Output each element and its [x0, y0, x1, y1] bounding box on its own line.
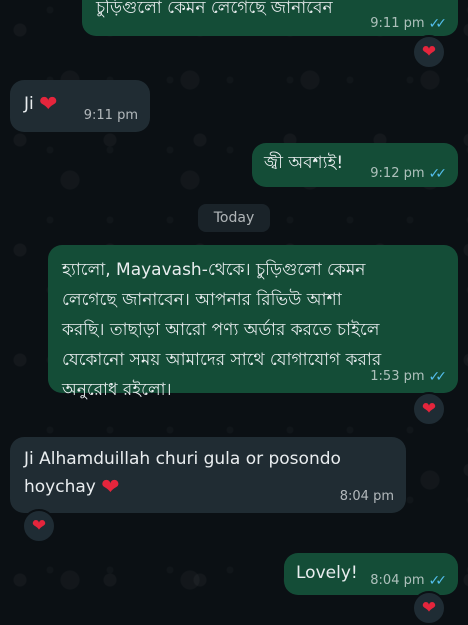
reaction-badge[interactable]: ❤: [412, 35, 446, 69]
reaction-badge[interactable]: ❤: [412, 392, 446, 426]
double-check-icon: ✓✓: [428, 369, 448, 385]
date-separator: Today: [198, 204, 270, 232]
double-check-icon: ✓✓: [428, 166, 448, 182]
message-text: Lovely!: [296, 563, 358, 583]
reaction-badge[interactable]: ❤: [22, 509, 56, 543]
message-meta: 9:11 pm ✓✓: [370, 16, 448, 32]
message-text: Ji: [24, 94, 34, 114]
message-text: জ্বী অবশ্যই!: [264, 153, 344, 173]
message-time: 8:04 pm: [339, 489, 394, 504]
double-check-icon: ✓✓: [428, 16, 448, 32]
message-bubble-outgoing[interactable]: জ্বী অবশ্যই! 9:12 pm ✓✓: [252, 143, 458, 187]
message-meta: 8:04 pm: [340, 489, 394, 505]
red-heart-icon: ❤: [421, 597, 437, 618]
red-heart-icon: ❤: [31, 515, 47, 536]
red-heart-icon: ❤: [421, 41, 437, 62]
message-bubble-outgoing[interactable]: চুড়িগুলো কেমন লেগেছে জানাবেন 9:11 pm ✓✓: [82, 0, 458, 36]
message-text-content: Ji Alhamduillah churi gula or posondo ho…: [24, 449, 341, 497]
message-time: 9:12 pm: [370, 166, 425, 181]
message-text: Ji Alhamduillah churi gula or posondo ho…: [24, 445, 344, 502]
message-text: চুড়িগুলো কেমন লেগেছে জানাবেন: [96, 0, 333, 18]
red-heart-icon: ❤: [39, 92, 58, 117]
message-meta: 9:12 pm ✓✓: [370, 166, 448, 182]
message-time: 8:04 pm: [370, 573, 425, 588]
reaction-badge[interactable]: ❤: [412, 591, 446, 625]
message-bubble-incoming[interactable]: Ji Alhamduillah churi gula or posondo ho…: [10, 437, 406, 513]
red-heart-icon: ❤: [421, 398, 437, 419]
message-time: 9:11 pm: [83, 108, 138, 123]
message-time: 9:11 pm: [370, 16, 425, 31]
message-bubble-outgoing[interactable]: Lovely! 8:04 pm ✓✓: [284, 553, 458, 595]
message-meta: 9:11 pm: [84, 108, 138, 124]
message-meta: 1:53 pm ✓✓: [370, 369, 448, 385]
message-bubble-outgoing[interactable]: হ্যালো, Mayavash-থেকে। চুড়িগুলো কেমন লে…: [48, 245, 458, 400]
message-meta: 8:04 pm ✓✓: [370, 573, 448, 589]
red-heart-icon: ❤: [101, 475, 120, 500]
message-text: হ্যালো, Mayavash-থেকে। চুড়িগুলো কেমন লে…: [62, 260, 382, 400]
message-time: 1:53 pm: [370, 369, 425, 384]
message-bubble-incoming[interactable]: Ji ❤ 9:11 pm: [10, 80, 150, 132]
double-check-icon: ✓✓: [428, 573, 448, 589]
